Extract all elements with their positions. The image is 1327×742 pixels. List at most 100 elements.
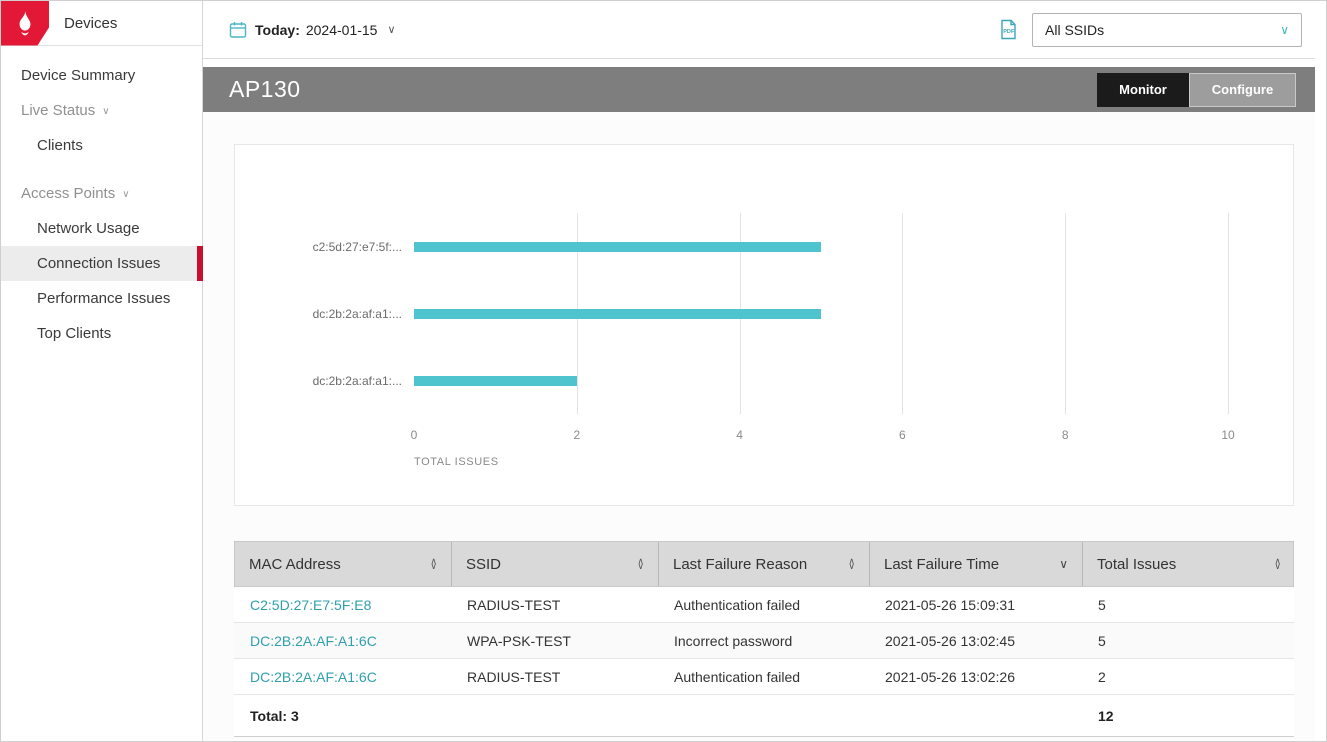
issues-table: MAC Address ∧∨ SSID ∧∨ Last Failure Reason ∧∨… (234, 541, 1294, 737)
device-header: AP130 Monitor Configure (203, 67, 1315, 112)
brand: Devices (1, 1, 202, 46)
x-tick-10: 10 (1221, 428, 1234, 442)
cell-mac-address: DC:2B:2A:AF:A1:6C (234, 669, 451, 685)
cell-failure-time: 2021-05-26 15:09:31 (869, 597, 1082, 613)
chevron-down-icon: ∨ (102, 107, 109, 117)
brand-label: Devices (64, 15, 117, 32)
sidebar-item-live-status[interactable]: Live Status ∨ (1, 93, 202, 128)
sidebar-item-label: Device Summary (21, 67, 135, 84)
main-area: Today: 2024-01-15 ∨ PDF All SSIDs ∨ AP13… (203, 1, 1315, 741)
sidebar-item-device-summary[interactable]: Device Summary (1, 58, 202, 93)
table-row: DC:2B:2A:AF:A1:6C WPA-PSK-TESTIncorrect p… (234, 623, 1294, 659)
table-row: DC:2B:2A:AF:A1:6C RADIUS-TESTAuthenticati… (234, 659, 1294, 695)
table-row: C2:5D:27:E7:5F:E8 RADIUS-TESTAuthenticati… (234, 587, 1294, 623)
date-label: Today: (255, 22, 300, 38)
mac-address-link[interactable]: DC:2B:2A:AF:A1:6C (250, 633, 377, 649)
cell-mac-address: C2:5D:27:E7:5F:E8 (234, 597, 451, 613)
sidebar-nav: Device Summary Live Status ∨ Clients Access … (1, 46, 202, 351)
chart-bar-track (414, 309, 1293, 319)
mac-address-link[interactable]: DC:2B:2A:AF:A1:6C (250, 669, 377, 685)
chart-bar-track (414, 376, 1293, 386)
chevron-down-icon: ∨ (122, 190, 129, 200)
ssid-filter-select[interactable]: All SSIDs ∨ (1032, 13, 1302, 47)
column-header-label: SSID (466, 556, 501, 573)
chart-bar-row: c2:5d:27:e7:5f:... (235, 213, 1293, 280)
sort-desc-icon[interactable]: ∨ (1059, 558, 1068, 570)
cell-mac-address: DC:2B:2A:AF:A1:6C (234, 633, 451, 649)
chart-x-axis: 0 2 4 6 8 10 (235, 428, 1293, 444)
table-total-label: Total: 3 (234, 708, 451, 724)
device-title: AP130 (229, 76, 1097, 103)
cell-ssid: WPA-PSK-TEST (451, 633, 658, 649)
cell-failure-reason: Incorrect password (658, 633, 869, 649)
date-value: 2024-01-15 (306, 22, 378, 38)
column-header-last-failure-time[interactable]: Last Failure Time ∨ (870, 542, 1083, 586)
app-root: Devices Device Summary Live Status ∨ Client… (0, 0, 1327, 742)
svg-text:PDF: PDF (1003, 29, 1015, 35)
x-tick-6: 6 (899, 428, 906, 442)
x-tick-4: 4 (736, 428, 743, 442)
sidebar-item-label: Network Usage (37, 220, 140, 237)
content: c2:5d:27:e7:5f:... dc:2b:2a:af:a1:... dc:2… (203, 112, 1315, 741)
chart-category-label: dc:2b:2a:af:a1:... (235, 374, 414, 388)
column-header-label: MAC Address (249, 556, 341, 573)
table-total-issues: 12 (1082, 708, 1294, 724)
sidebar-item-label: Clients (37, 137, 83, 154)
column-header-mac-address[interactable]: MAC Address ∧∨ (235, 542, 452, 586)
sort-updown-icon[interactable]: ∧∨ (1274, 559, 1281, 569)
bar-c2-5d-27-e7-5f (414, 242, 821, 252)
chart-category-label: dc:2b:2a:af:a1:... (235, 307, 414, 321)
cell-ssid: RADIUS-TEST (451, 669, 658, 685)
sidebar-item-label: Performance Issues (37, 290, 170, 307)
column-header-label: Last Failure Reason (673, 556, 807, 573)
sidebar-item-access-points[interactable]: Access Points ∨ (1, 176, 202, 211)
sidebar-item-label: Live Status (21, 102, 95, 119)
cell-failure-time: 2021-05-26 13:02:45 (869, 633, 1082, 649)
x-tick-8: 8 (1062, 428, 1069, 442)
chart-bar-row: dc:2b:2a:af:a1:... (235, 347, 1293, 414)
sidebar-item-top-clients[interactable]: Top Clients (1, 316, 202, 351)
ssid-filter-value: All SSIDs (1045, 22, 1104, 38)
chart-plot-area: c2:5d:27:e7:5f:... dc:2b:2a:af:a1:... dc:2… (235, 213, 1293, 414)
sidebar-item-label: Access Points (21, 185, 115, 202)
topbar: Today: 2024-01-15 ∨ PDF All SSIDs ∨ (203, 1, 1315, 59)
table-footer-row: Total: 3 12 (234, 695, 1294, 737)
chart-category-label: c2:5d:27:e7:5f:... (235, 240, 414, 254)
sidebar: Devices Device Summary Live Status ∨ Client… (1, 1, 203, 741)
x-tick-0: 0 (411, 428, 418, 442)
sort-updown-icon[interactable]: ∧∨ (848, 559, 855, 569)
sort-updown-icon[interactable]: ∧∨ (637, 559, 644, 569)
sort-updown-icon[interactable]: ∧∨ (430, 559, 437, 569)
chart-x-axis-label: TOTAL ISSUES (414, 456, 1293, 468)
sidebar-item-connection-issues[interactable]: Connection Issues (1, 246, 202, 281)
sidebar-item-label: Top Clients (37, 325, 111, 342)
cell-total-issues: 5 (1082, 597, 1294, 613)
calendar-icon[interactable] (229, 21, 247, 39)
sidebar-item-network-usage[interactable]: Network Usage (1, 211, 202, 246)
chevron-down-icon[interactable]: ∨ (387, 23, 395, 36)
column-header-last-failure-reason[interactable]: Last Failure Reason ∧∨ (659, 542, 870, 586)
column-header-ssid[interactable]: SSID ∧∨ (452, 542, 659, 586)
pdf-export-icon[interactable]: PDF (999, 19, 1018, 40)
chart-bar-row: dc:2b:2a:af:a1:... (235, 280, 1293, 347)
sidebar-item-performance-issues[interactable]: Performance Issues (1, 281, 202, 316)
cell-total-issues: 2 (1082, 669, 1294, 685)
cell-total-issues: 5 (1082, 633, 1294, 649)
chevron-down-icon: ∨ (1280, 23, 1289, 37)
cell-ssid: RADIUS-TEST (451, 597, 658, 613)
cell-failure-reason: Authentication failed (658, 669, 869, 685)
table-body: C2:5D:27:E7:5F:E8RADIUS-TESTAuthenticati… (234, 587, 1294, 695)
mac-address-link[interactable]: C2:5D:27:E7:5F:E8 (250, 597, 371, 613)
x-tick-2: 2 (573, 428, 580, 442)
bar-dc-2b-2a-af-a1 (414, 309, 821, 319)
configure-button[interactable]: Configure (1189, 73, 1296, 107)
cell-failure-time: 2021-05-26 13:02:26 (869, 669, 1082, 685)
chart-bar-track (414, 242, 1293, 252)
cell-failure-reason: Authentication failed (658, 597, 869, 613)
sidebar-item-clients[interactable]: Clients (1, 128, 202, 163)
column-header-total-issues[interactable]: Total Issues∧∨ (1083, 542, 1295, 586)
header-gap (203, 59, 1315, 67)
monitor-button[interactable]: Monitor (1097, 73, 1189, 107)
mode-toggle: Monitor Configure (1097, 73, 1296, 107)
column-header-label: Last Failure Time (884, 556, 999, 573)
